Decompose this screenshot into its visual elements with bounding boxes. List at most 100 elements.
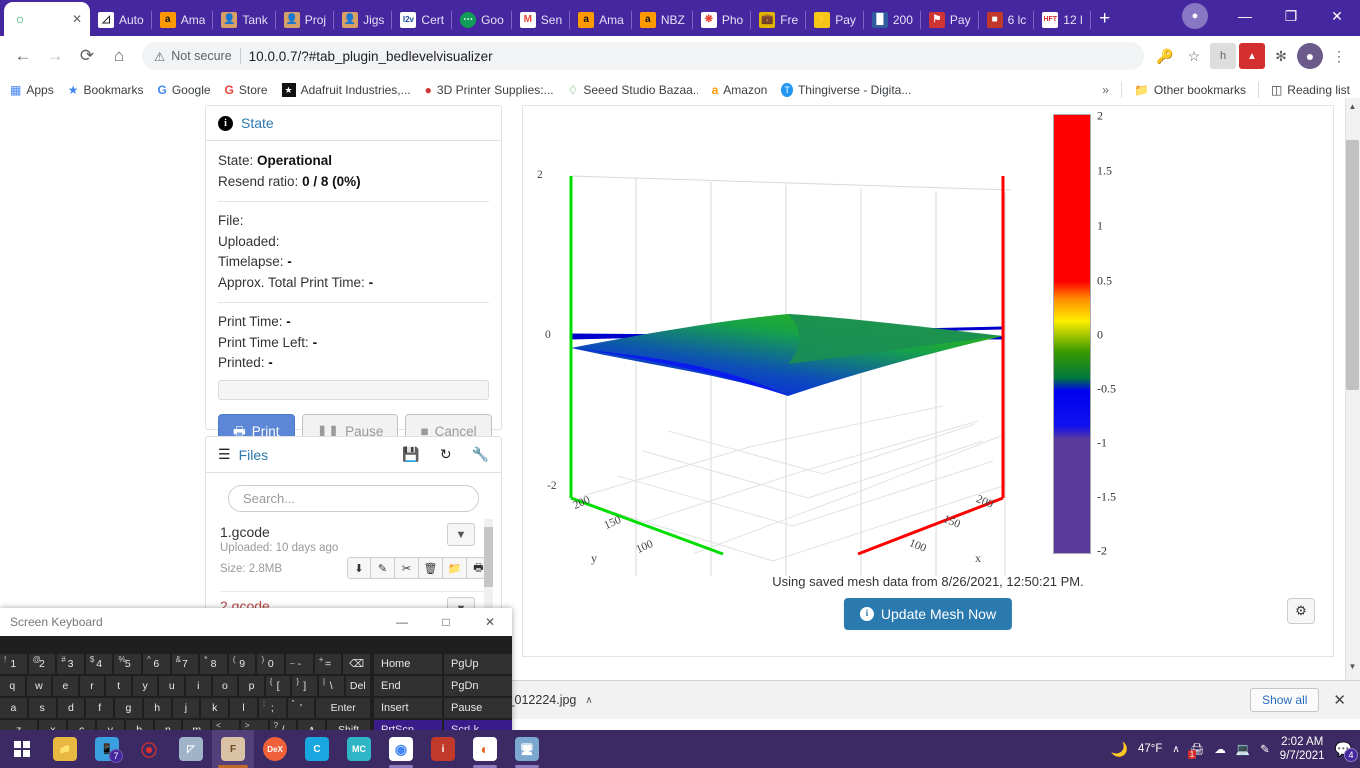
puzzle-icon[interactable]: ✻ — [1268, 43, 1294, 69]
key-4[interactable]: $4 — [85, 654, 113, 674]
key-q[interactable]: q — [0, 676, 25, 696]
key-3[interactable]: #3 — [57, 654, 84, 674]
maximize-button[interactable]: □ — [424, 608, 468, 636]
bookmark-seeed[interactable]: ♢ Seeed Studio Bazaa... — [568, 83, 698, 97]
key-backspace[interactable]: ⌫ — [343, 654, 370, 674]
search-input[interactable]: Search... — [228, 485, 479, 512]
windows-start-icon[interactable] — [0, 730, 44, 768]
key-end[interactable]: End — [374, 676, 442, 696]
key-9[interactable]: (9 — [228, 654, 256, 674]
key-2[interactable]: @2 — [28, 654, 56, 674]
browser-tab-4[interactable]: 👤 Proj — [276, 4, 335, 36]
folder-icon[interactable]: 📁 — [443, 557, 467, 579]
key-t[interactable]: t — [106, 676, 131, 696]
clock[interactable]: 2:02 AM 9/7/2021 — [1280, 735, 1325, 763]
key-g[interactable]: g — [115, 698, 142, 718]
slice-icon[interactable]: ✂ — [395, 557, 419, 579]
key-f[interactable]: f — [86, 698, 114, 718]
taskbar-app-sketch[interactable]: ◸ — [170, 730, 212, 768]
printer-icon[interactable]: 🖨 1 — [1187, 742, 1204, 759]
key-insert[interactable]: Insert — [374, 698, 442, 718]
scroll-up-icon[interactable]: ▲ — [1345, 102, 1360, 111]
other-bookmarks-folder[interactable]: 📁 Other bookmarks — [1134, 83, 1246, 97]
key-0[interactable]: ) 0 — [257, 654, 285, 674]
key-pause[interactable]: Pause — [444, 698, 512, 718]
star-icon[interactable]: ☆ — [1181, 43, 1207, 69]
taskbar-app-file-explorer[interactable]: 📁 — [44, 730, 86, 768]
key-pgdn[interactable]: PgDn — [444, 676, 512, 696]
key-backslash[interactable]: | \ — [318, 676, 344, 696]
key-bracket-left[interactable]: {[ — [265, 676, 291, 696]
browser-tab-0[interactable]: ○ ✕ — [4, 2, 90, 36]
bookmark-bookmarks[interactable]: ★ Bookmarks — [68, 83, 144, 97]
close-icon[interactable]: ✕ — [72, 12, 82, 26]
key-i[interactable]: i — [186, 676, 211, 696]
browser-tab-2[interactable]: a Ama — [152, 4, 214, 36]
download-icon[interactable]: ⬇ — [347, 557, 371, 579]
page-scrollbar-thumb[interactable] — [1346, 140, 1359, 390]
delete-icon[interactable]: 🗑 — [419, 557, 443, 579]
taskbar-app-mc[interactable]: MC — [338, 730, 380, 768]
tray-overflow-button[interactable]: ∧ — [1172, 744, 1179, 755]
key-l[interactable]: l — [230, 698, 257, 718]
key-o[interactable]: o — [212, 676, 238, 696]
taskbar-app-browser[interactable]: ◐ — [464, 730, 506, 768]
key-semicolon[interactable]: :; — [258, 698, 286, 718]
notifications-icon[interactable]: 💬 4 — [1335, 741, 1358, 762]
key-k[interactable]: k — [201, 698, 229, 718]
taskbar-app-remote-desktop[interactable]: 🖥 — [506, 730, 548, 768]
key-5[interactable]: % 5 — [114, 654, 142, 674]
key-minus[interactable]: _ - — [286, 654, 313, 674]
key-7[interactable]: & 7 — [171, 654, 199, 674]
browser-tab-6[interactable]: I2v Cert — [392, 4, 452, 36]
key-e[interactable]: e — [53, 676, 78, 696]
mesh-plot[interactable]: 2 0 -2 200 150 100 y 200 150 100 x — [523, 106, 1223, 576]
browser-tab-12[interactable]: 💼 Fre — [751, 4, 807, 36]
key-enter[interactable]: Enter — [316, 698, 370, 718]
browser-tab-11[interactable]: ❋ Pho — [693, 4, 752, 36]
key-p[interactable]: p — [239, 676, 264, 696]
browser-tab-14[interactable]: █ 200 — [864, 4, 921, 36]
key-s[interactable]: s — [28, 698, 56, 718]
taskbar-app-red-dots[interactable]: ⦿ — [128, 730, 170, 768]
minimize-button[interactable]: — — [1222, 0, 1268, 32]
gear-icon[interactable]: ⚙ — [1287, 598, 1315, 624]
key-quote[interactable]: " ' — [287, 698, 315, 718]
browser-tab-9[interactable]: a Ama — [570, 4, 632, 36]
key-1[interactable]: ! 1 — [0, 654, 27, 674]
back-button[interactable]: ← — [8, 41, 38, 71]
key-del[interactable]: Del — [345, 676, 371, 696]
bookmark-thingiverse[interactable]: T Thingiverse - Digita... — [781, 82, 911, 97]
kebab-menu-icon[interactable]: ⋮ — [1326, 43, 1352, 69]
close-downloads-bar-icon[interactable]: ✕ — [1333, 691, 1346, 709]
key-6[interactable]: ^ 6 — [143, 654, 170, 674]
minimize-button[interactable]: — — [380, 608, 424, 636]
pen-icon[interactable]: ✎ — [1260, 742, 1270, 756]
sdcard-icon[interactable]: 💾 — [402, 446, 419, 463]
key-pgup[interactable]: PgUp — [444, 654, 512, 674]
browser-tab-16[interactable]: ■ 6 lc — [979, 4, 1035, 36]
key-icon[interactable]: 🔑 — [1152, 43, 1178, 69]
taskbar-app-fusion360[interactable]: F — [212, 730, 254, 768]
files-scrollbar-thumb[interactable] — [484, 527, 493, 587]
wrench-icon[interactable]: 🔧 — [472, 446, 489, 463]
reload-button[interactable]: ⟳ — [72, 41, 102, 71]
chevron-up-icon[interactable]: ∧ — [585, 695, 592, 706]
browser-tab-5[interactable]: 👤 Jigs — [334, 4, 393, 36]
browser-tab-1[interactable]: ◿ Auto — [90, 4, 152, 36]
bookmarks-overflow-button[interactable]: » — [1102, 83, 1109, 97]
browser-tab-15[interactable]: ⚑ Pay — [921, 4, 979, 36]
key-equals[interactable]: + = — [314, 654, 342, 674]
key-y[interactable]: y — [132, 676, 158, 696]
key-j[interactable]: j — [172, 698, 200, 718]
avatar-icon[interactable]: ● — [1297, 43, 1323, 69]
bookmark-3d-printer-supplies[interactable]: ● 3D Printer Supplies:... — [425, 83, 554, 97]
browser-tab-13[interactable]: ⚡ Pay — [806, 4, 864, 36]
new-tab-button[interactable]: + — [1091, 5, 1119, 33]
key-d[interactable]: d — [57, 698, 85, 718]
bookmark-google[interactable]: G Google — [158, 83, 211, 97]
refresh-icon[interactable]: ↻ — [440, 446, 452, 463]
onedrive-error-icon[interactable]: ☁ — [1214, 742, 1226, 756]
key-8[interactable]: * 8 — [200, 654, 227, 674]
key-w[interactable]: w — [26, 676, 52, 696]
